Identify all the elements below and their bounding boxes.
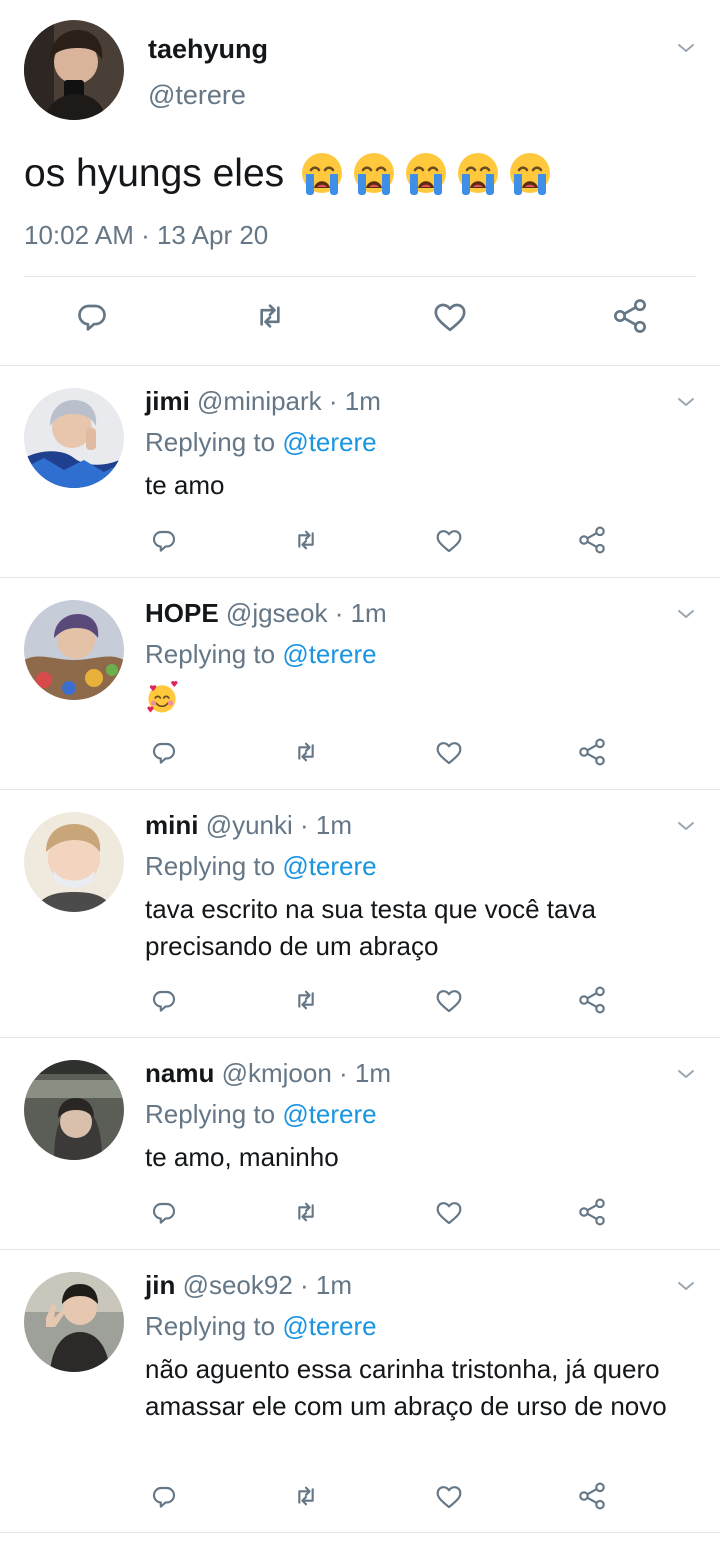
reply-time: · 1m — [334, 598, 387, 628]
user-handle[interactable]: @seok92 — [183, 1270, 293, 1300]
replying-to-label: Replying to — [145, 851, 276, 881]
loudly-crying-face-icon — [506, 150, 554, 198]
display-name[interactable]: namu — [145, 1058, 214, 1088]
avatar[interactable] — [24, 388, 124, 488]
reply-icon[interactable] — [148, 736, 180, 768]
reply-text: tava escrito na sua testa que você tava … — [145, 894, 596, 961]
reply-tweet[interactable]: jin @seok92 · 1m Replying to @terere não… — [0, 1250, 720, 1533]
share-icon[interactable] — [576, 736, 608, 768]
reply-header: namu @kmjoon · 1m — [145, 1058, 391, 1089]
reply-time: · 1m — [339, 1058, 392, 1088]
replying-to-label: Replying to — [145, 639, 276, 669]
reply-icon[interactable] — [148, 524, 180, 556]
reply-icon[interactable] — [148, 1480, 180, 1512]
replying-to-label: Replying to — [145, 427, 276, 457]
chevron-down-icon[interactable] — [674, 814, 698, 838]
chevron-down-icon[interactable] — [674, 1062, 698, 1086]
loudly-crying-face-icon — [298, 150, 346, 198]
reply-text — [145, 679, 705, 715]
retweet-icon[interactable] — [290, 1480, 322, 1512]
avatar[interactable] — [24, 20, 124, 120]
reply-time: · 1m — [300, 1270, 353, 1300]
like-icon[interactable] — [430, 296, 470, 336]
main-tweet: taehyung @terere os hyungs eles 10:02 AM… — [0, 0, 720, 366]
reply-tweet[interactable]: namu @kmjoon · 1m Replying to @terere te… — [0, 1038, 720, 1250]
reply-tweet[interactable]: mini @yunki · 1m Replying to @terere tav… — [0, 790, 720, 1038]
retweet-icon[interactable] — [250, 296, 290, 336]
reply-text: te amo — [145, 470, 225, 500]
reply-header: mini @yunki · 1m — [145, 810, 352, 841]
reply-header: jin @seok92 · 1m — [145, 1270, 352, 1301]
display-name[interactable]: jimi — [145, 386, 190, 416]
avatar[interactable] — [24, 1272, 124, 1372]
reply-header: jimi @minipark · 1m — [145, 386, 381, 417]
reply-icon[interactable] — [72, 296, 112, 336]
reply-tweet[interactable]: HOPE @jgseok · 1m Replying to @terere — [0, 578, 720, 790]
chevron-down-icon[interactable] — [674, 1274, 698, 1298]
replying-to: Replying to @terere — [145, 1311, 377, 1342]
mention-link[interactable]: @terere — [282, 639, 376, 669]
replying-to: Replying to @terere — [145, 639, 377, 670]
tweet-actions — [0, 296, 720, 344]
reply-icon[interactable] — [148, 1196, 180, 1228]
share-icon[interactable] — [576, 1480, 608, 1512]
reply-time: · 1m — [328, 386, 381, 416]
like-icon[interactable] — [433, 1196, 465, 1228]
tweet-timestamp[interactable]: 10:02 AM · 13 Apr 20 — [24, 220, 268, 251]
reply-header: HOPE @jgseok · 1m — [145, 598, 387, 629]
mention-link[interactable]: @terere — [282, 427, 376, 457]
retweet-icon[interactable] — [290, 524, 322, 556]
mention-link[interactable]: @terere — [282, 851, 376, 881]
replying-to: Replying to @terere — [145, 851, 377, 882]
smiling-face-with-hearts-icon — [145, 681, 179, 715]
loudly-crying-face-icon — [350, 150, 398, 198]
chevron-down-icon[interactable] — [674, 602, 698, 626]
user-handle[interactable]: @terere — [148, 80, 246, 111]
reply-tweet[interactable]: jimi @minipark · 1m Replying to @terere … — [0, 366, 720, 578]
avatar[interactable] — [24, 812, 124, 912]
display-name[interactable]: mini — [145, 810, 198, 840]
replying-to: Replying to @terere — [145, 1099, 377, 1130]
reply-text: não aguento essa carinha tristonha, já q… — [145, 1354, 667, 1421]
user-handle[interactable]: @yunki — [206, 810, 293, 840]
divider — [24, 276, 696, 277]
loudly-crying-face-icon — [454, 150, 502, 198]
reply-text: te amo, maninho — [145, 1142, 339, 1172]
user-handle[interactable]: @kmjoon — [222, 1058, 332, 1088]
display-name[interactable]: jin — [145, 1270, 175, 1300]
share-icon[interactable] — [610, 296, 650, 336]
display-name[interactable]: taehyung — [148, 34, 268, 65]
like-icon[interactable] — [433, 1480, 465, 1512]
tweet-text: os hyungs eles — [24, 150, 554, 198]
display-name[interactable]: HOPE — [145, 598, 219, 628]
user-handle[interactable]: @minipark — [197, 386, 322, 416]
mention-link[interactable]: @terere — [282, 1311, 376, 1341]
avatar[interactable] — [24, 1060, 124, 1160]
replying-to-label: Replying to — [145, 1099, 276, 1129]
user-handle[interactable]: @jgseok — [226, 598, 328, 628]
like-icon[interactable] — [433, 984, 465, 1016]
like-icon[interactable] — [433, 736, 465, 768]
retweet-icon[interactable] — [290, 1196, 322, 1228]
avatar[interactable] — [24, 600, 124, 700]
mention-link[interactable]: @terere — [282, 1099, 376, 1129]
emoji-group — [298, 150, 554, 198]
replying-to: Replying to @terere — [145, 427, 377, 458]
like-icon[interactable] — [433, 524, 465, 556]
retweet-icon[interactable] — [290, 984, 322, 1016]
reply-time: · 1m — [300, 810, 353, 840]
reply-icon[interactable] — [148, 984, 180, 1016]
share-icon[interactable] — [576, 984, 608, 1016]
retweet-icon[interactable] — [290, 736, 322, 768]
tweet-text-content: os hyungs eles — [24, 152, 285, 195]
chevron-down-icon[interactable] — [674, 390, 698, 414]
replying-to-label: Replying to — [145, 1311, 276, 1341]
loudly-crying-face-icon — [402, 150, 450, 198]
chevron-down-icon[interactable] — [674, 36, 698, 60]
share-icon[interactable] — [576, 1196, 608, 1228]
share-icon[interactable] — [576, 524, 608, 556]
